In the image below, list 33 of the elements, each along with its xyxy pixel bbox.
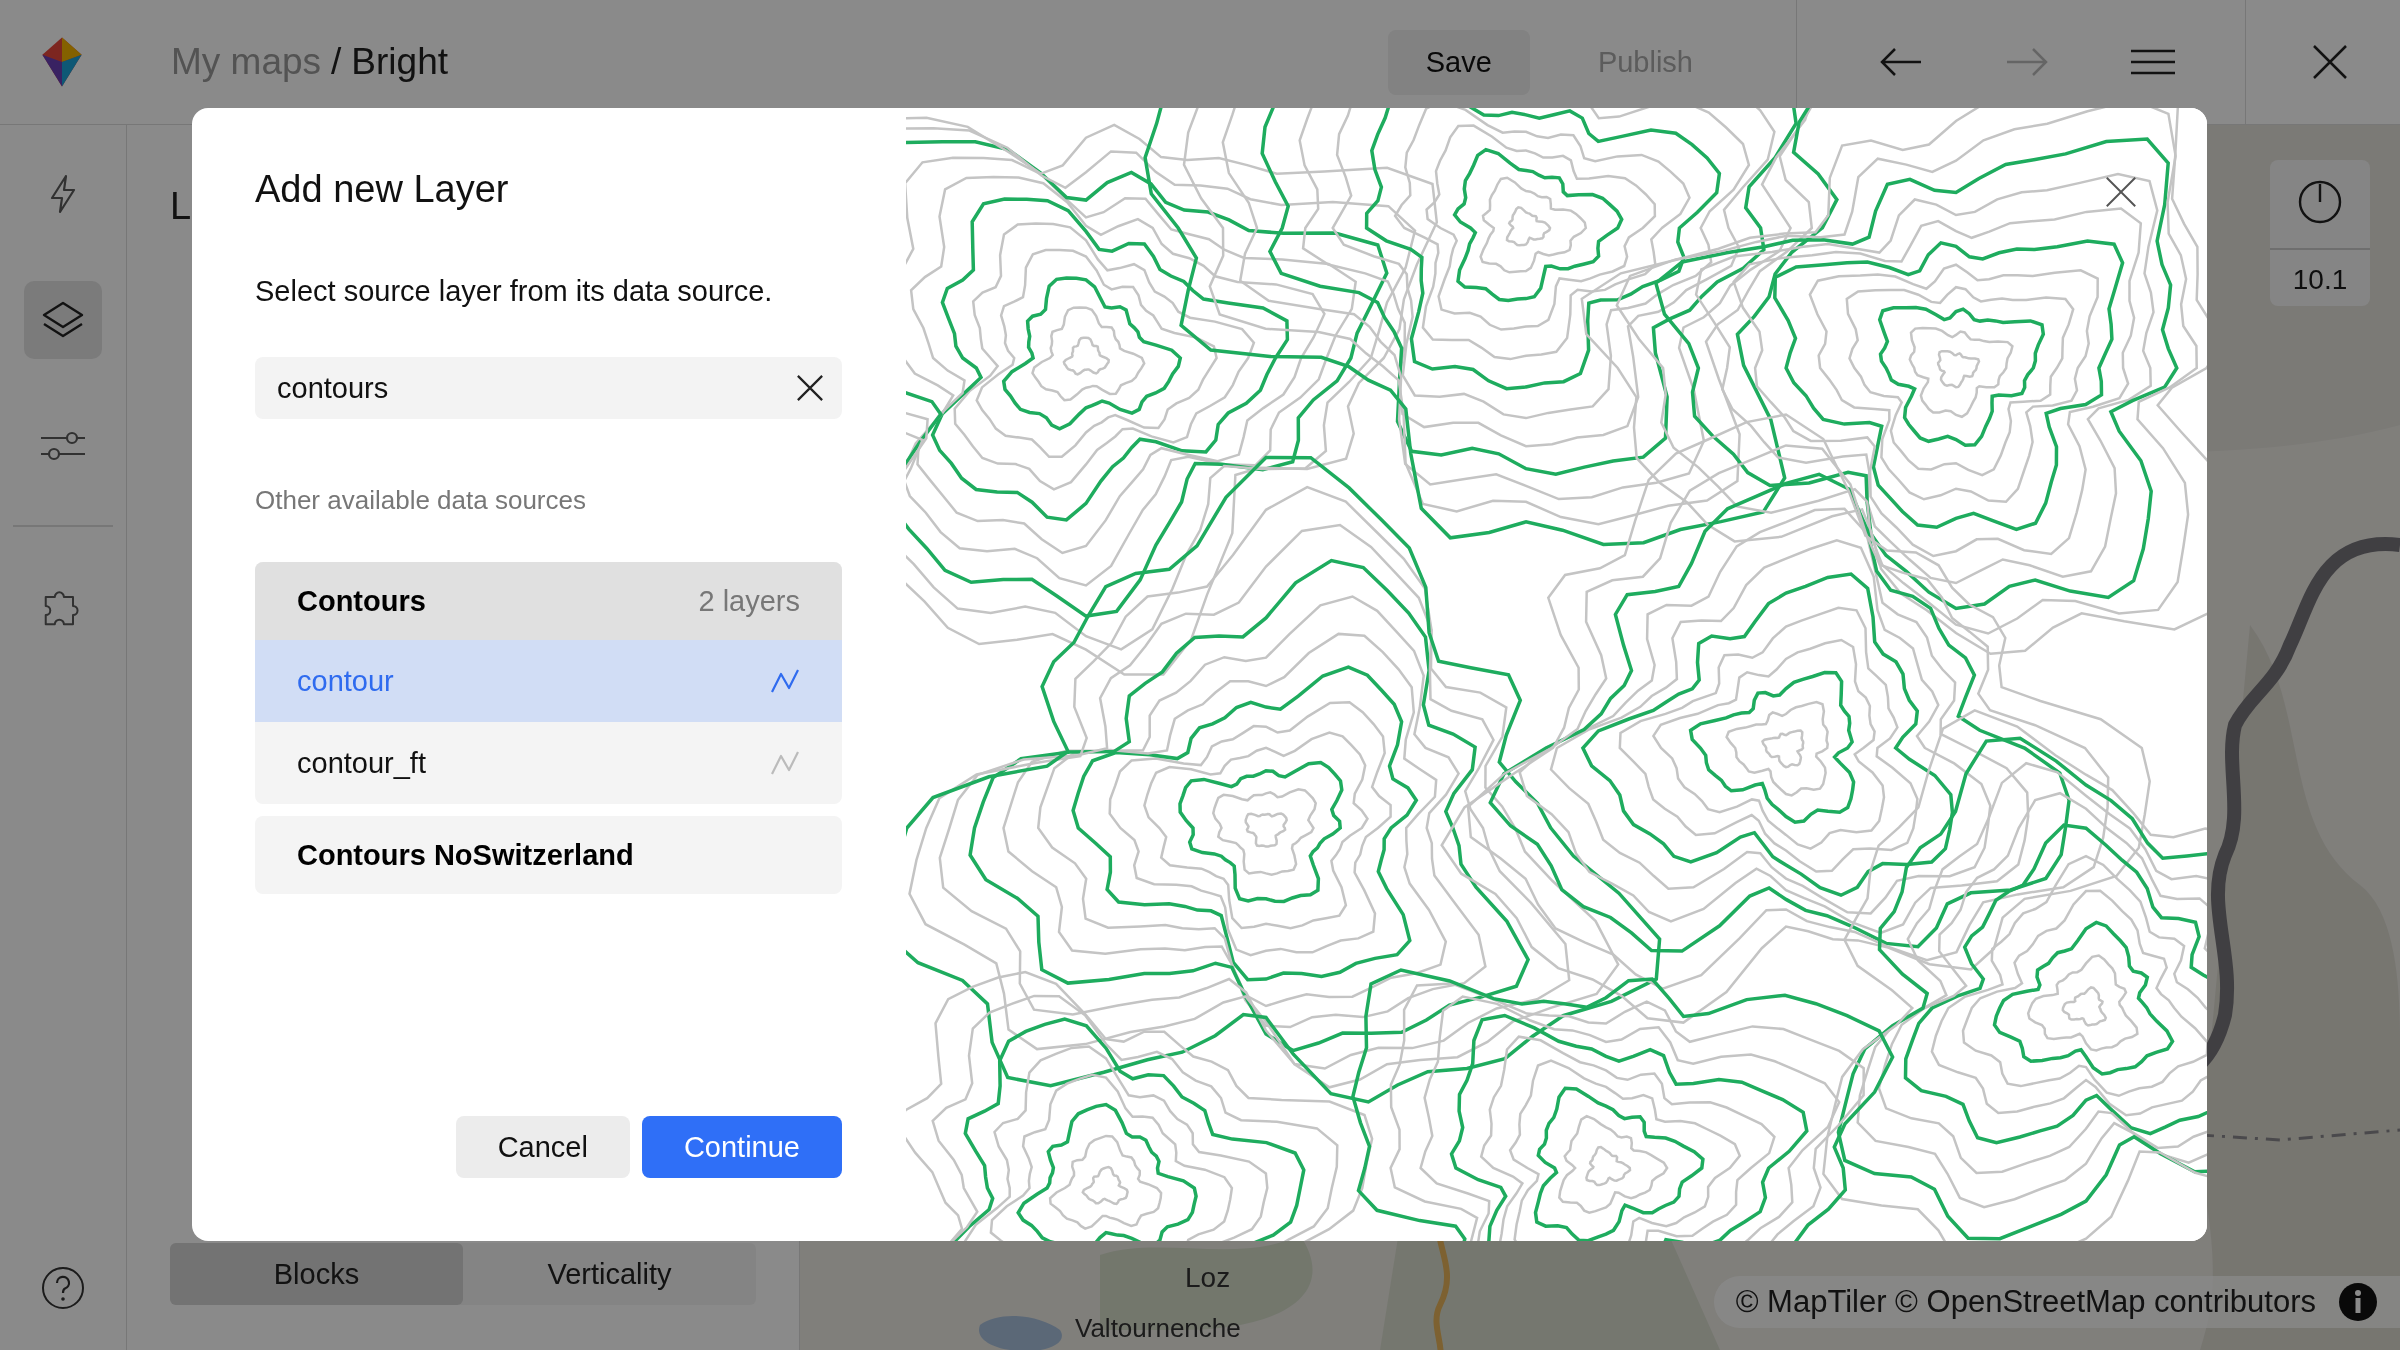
panel-heading: L [170, 185, 192, 228]
layer-item[interactable]: contour [255, 640, 842, 722]
continue-button[interactable]: Continue [641, 1116, 842, 1178]
layer-item[interactable]: contour_ft [255, 722, 842, 804]
source-header[interactable]: Contours 2 layers [255, 562, 842, 640]
cancel-button[interactable]: Cancel [455, 1116, 630, 1178]
tab[interactable]: Blocks [170, 1243, 463, 1305]
search-field[interactable]: contours [255, 357, 842, 419]
source-header[interactable]: Contours NoSwitzerland [255, 816, 842, 894]
place-label: Valtournenche [1075, 1313, 1241, 1344]
tab[interactable]: Verticality [463, 1243, 756, 1305]
back-arrow-icon[interactable] [1879, 47, 1923, 77]
save-button[interactable]: Save [1387, 29, 1530, 95]
close-icon[interactable] [2105, 176, 2137, 208]
line-icon [770, 750, 800, 776]
close-icon[interactable] [2312, 44, 2348, 80]
sidebar-item[interactable] [24, 281, 102, 359]
section-label: Other available data sources [255, 485, 587, 516]
place-label: Loz [1185, 1262, 1231, 1294]
attribution-text: © MapTiler © OpenStreetMap contributors [1735, 1284, 2316, 1320]
breadcrumb-separator: / [331, 41, 342, 83]
compass-control[interactable]: 10.1 [2270, 160, 2370, 306]
compass-icon[interactable] [2298, 180, 2342, 224]
help-icon[interactable] [41, 1266, 85, 1310]
info-icon[interactable] [2338, 1282, 2378, 1322]
layers-icon [41, 300, 85, 340]
menu-icon[interactable] [2131, 47, 2175, 77]
zoom-level: 10.1 [2292, 264, 2348, 296]
clear-icon[interactable] [796, 374, 824, 402]
map-title: Bright [351, 41, 448, 83]
dialog-description: Select source layer from its data source. [255, 275, 774, 308]
line-icon [770, 668, 800, 694]
dialog-title: Add new Layer [255, 168, 510, 211]
